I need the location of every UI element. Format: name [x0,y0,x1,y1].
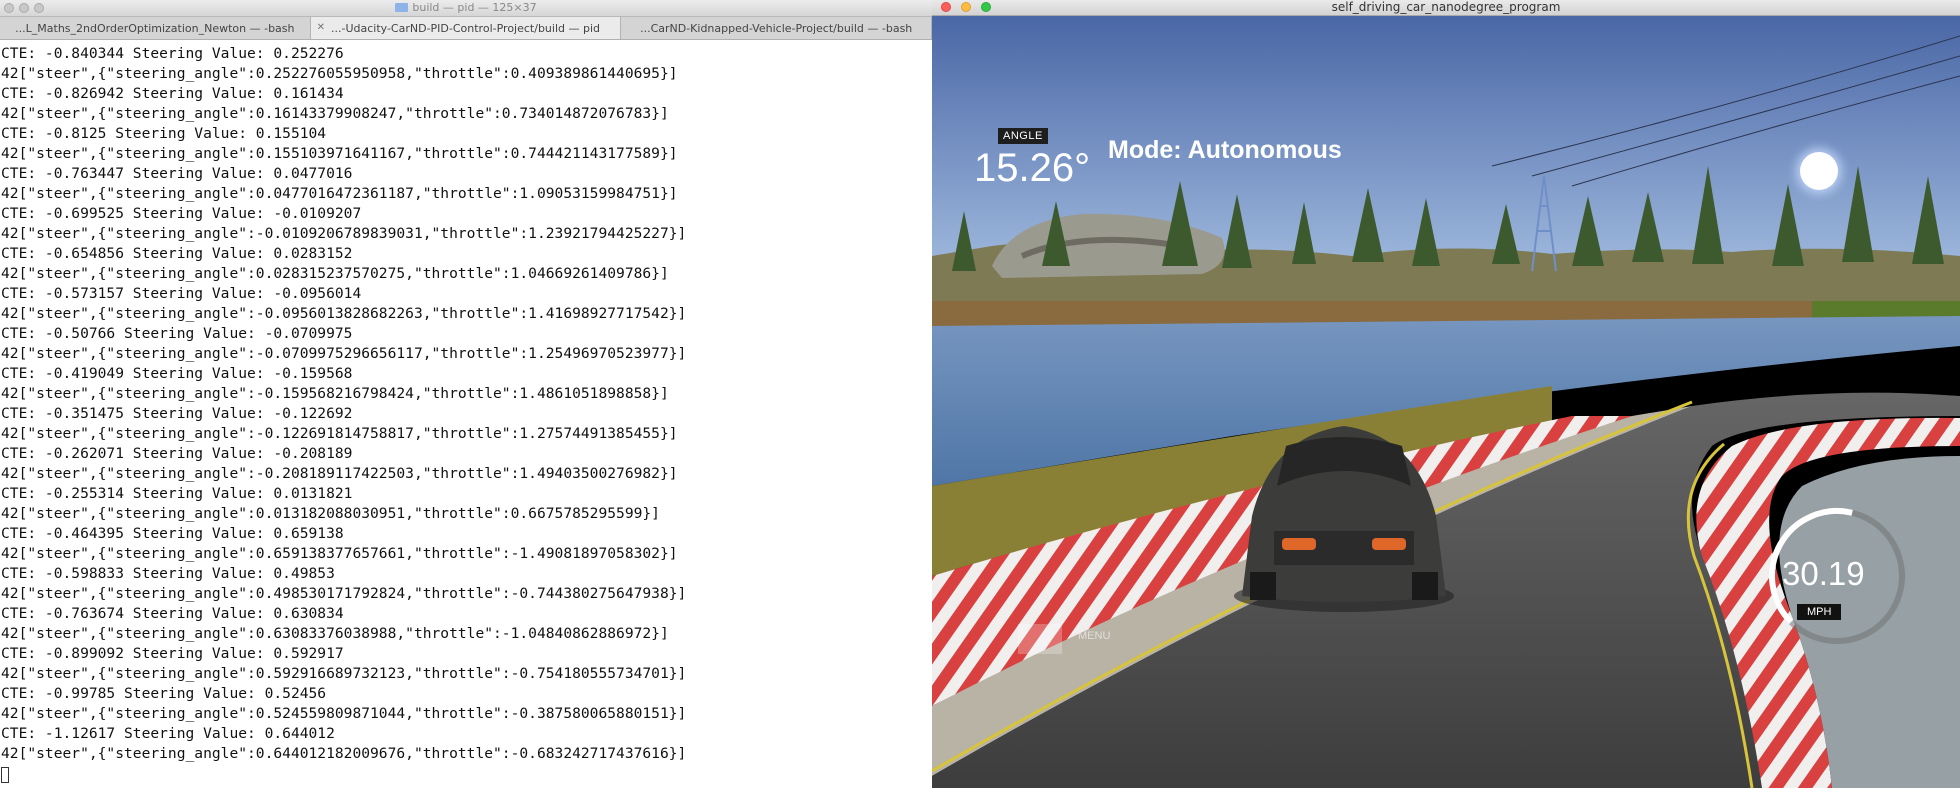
menu-icon[interactable] [1018,624,1062,654]
terminal-tab-bar: ...L_Maths_2ndOrderOptimization_Newton —… [0,17,933,40]
terminal-line: CTE: -0.50766 Steering Value: -0.0709975 [1,325,353,342]
terminal-line: CTE: -1.12617 Steering Value: 0.644012 [1,725,335,742]
terminal-line: 42["steer",{"steering_angle":-0.07099752… [1,345,687,362]
terminal-line: CTE: -0.840344 Steering Value: 0.252276 [1,45,344,62]
terminal-line: 42["steer",{"steering_angle":0.524559809… [1,705,687,722]
terminal-line: 42["steer",{"steering_angle":-0.15956821… [1,385,669,402]
terminal-line: 42["steer",{"steering_angle":0.498530171… [1,585,687,602]
terminal-line: 42["steer",{"steering_angle":0.659138377… [1,545,678,562]
terminal-line: 42["steer",{"steering_angle":0.047701647… [1,185,678,202]
terminal-line: 42["steer",{"steering_angle":-0.20818911… [1,465,678,482]
terminal-line: CTE: -0.419049 Steering Value: -0.159568 [1,365,353,382]
tab-label: ...CarND-Kidnapped-Vehicle-Project/build… [640,21,913,35]
terminal-line: CTE: -0.699525 Steering Value: -0.010920… [1,205,362,222]
tab-pid-control[interactable]: ✕ ...-Udacity-CarND-PID-Control-Project/b… [310,17,622,39]
terminal-line: CTE: -0.255314 Steering Value: 0.0131821 [1,485,353,502]
terminal-line: 42["steer",{"steering_angle":-0.09560138… [1,305,687,322]
terminal-line: 42["steer",{"steering_angle":0.028315237… [1,265,669,282]
simulator-window-title: self_driving_car_nanodegree_program [1331,0,1561,14]
terminal-line: 42["steer",{"steering_angle":-0.01092067… [1,225,687,242]
terminal-line: 42["steer",{"steering_angle":0.013182088… [1,505,660,522]
terminal-line: 42["steer",{"steering_angle":0.252276055… [1,65,678,82]
simulator-window: self_driving_car_nanodegree_program ANGL… [932,0,1960,788]
terminal-titlebar[interactable]: build — pid — 125×37 [0,0,932,17]
terminal-line: CTE: -0.763447 Steering Value: 0.0477016 [1,165,353,182]
close-icon[interactable]: ✕ [317,22,325,33]
angle-value: 15.26° [974,146,1091,190]
simulator-viewport [932,16,1960,788]
terminal-window-title: build — pid — 125×37 [412,1,537,14]
terminal-cursor [1,767,9,783]
terminal-window: build — pid — 125×37 ...L_Maths_2ndOrder… [0,0,933,788]
terminal-line: CTE: -0.598833 Steering Value: 0.49853 [1,565,335,582]
tab-label: ...L_Maths_2ndOrderOptimization_Newton —… [15,21,295,35]
terminal-line: 42["steer",{"steering_angle":0.161433799… [1,105,669,122]
folder-icon [395,3,409,12]
terminal-line: CTE: -0.262071 Steering Value: -0.208189 [1,445,353,462]
terminal-line: CTE: -0.351475 Steering Value: -0.122692 [1,405,353,422]
sun [1800,152,1838,190]
terminal-line: CTE: -0.654856 Steering Value: 0.0283152 [1,245,353,262]
speed-unit: MPH [1797,604,1842,620]
terminal-line: CTE: -0.573157 Steering Value: -0.095601… [1,285,362,302]
simulator-titlebar[interactable]: self_driving_car_nanodegree_program [932,0,1960,16]
terminal-line: 42["steer",{"steering_angle":0.592916689… [1,665,687,682]
terminal-line: CTE: -0.464395 Steering Value: 0.659138 [1,525,344,542]
terminal-line: 42["steer",{"steering_angle":0.630833760… [1,625,669,642]
tab-newton[interactable]: ...L_Maths_2ndOrderOptimization_Newton —… [0,17,311,39]
speed-value: 30.19 [1782,555,1865,592]
terminal-line: 42["steer",{"steering_angle":0.644012182… [1,745,687,762]
terminal-line: CTE: -0.99785 Steering Value: 0.52456 [1,685,327,702]
terminal-line: CTE: -0.8125 Steering Value: 0.155104 [1,125,327,142]
terminal-line: 42["steer",{"steering_angle":0.155103971… [1,145,678,162]
terminal-line: CTE: -0.763674 Steering Value: 0.630834 [1,605,344,622]
terminal-output[interactable]: CTE: -0.840344 Steering Value: 0.252276 … [0,44,932,788]
menu-button[interactable]: MENU [1078,630,1110,642]
angle-label: ANGLE [998,128,1048,144]
mode-label: Mode: Autonomous [1108,136,1342,164]
tab-kidnapped-vehicle[interactable]: ...CarND-Kidnapped-Vehicle-Project/build… [621,17,933,39]
tab-label: ...-Udacity-CarND-PID-Control-Project/bu… [331,21,601,35]
terminal-line: 42["steer",{"steering_angle":-0.12269181… [1,425,678,442]
terminal-line: CTE: -0.826942 Steering Value: 0.161434 [1,85,344,102]
terminal-line: CTE: -0.899092 Steering Value: 0.592917 [1,645,344,662]
